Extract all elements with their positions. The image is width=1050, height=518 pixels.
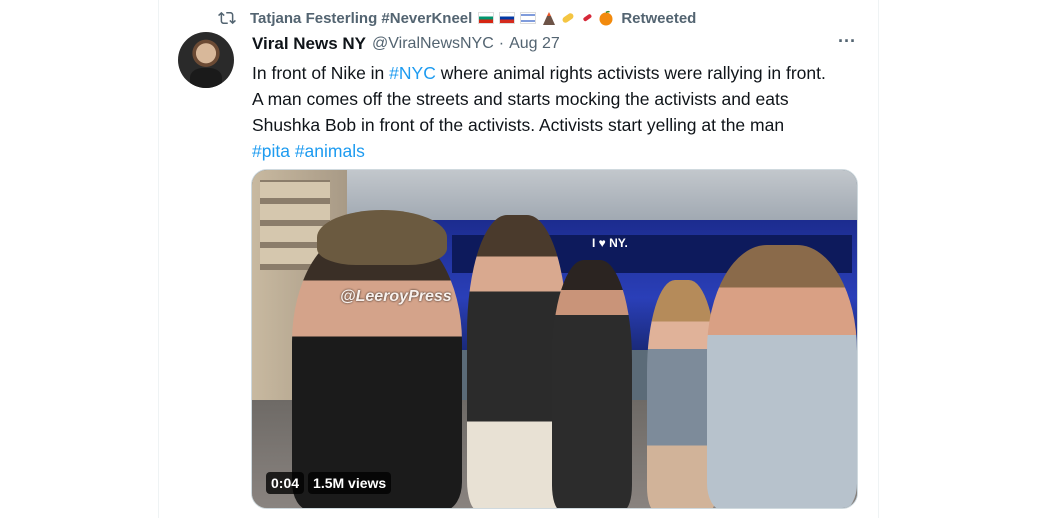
video-watermark: @LeeroyPress: [340, 288, 452, 305]
more-options-icon[interactable]: ···: [832, 32, 862, 54]
video-person: [292, 230, 462, 508]
retweeted-label: Retweeted: [621, 9, 697, 27]
author-name[interactable]: Viral News NY: [252, 34, 366, 54]
tweet-text-line-3: Shushka Bob in front of the activists. A…: [252, 115, 785, 135]
tweet-text: In front of Nike in #NYC where animal ri…: [252, 60, 862, 164]
timeline-right-border: [878, 0, 879, 518]
tweet-text-line-1: In front of Nike in #NYC where animal ri…: [252, 60, 862, 86]
retweeter-emojis: [478, 10, 617, 26]
video-person-hat: [317, 210, 447, 265]
retweeter-name[interactable]: Tatjana Festerling #NeverKneel: [250, 10, 472, 27]
russia-flag-icon: [499, 12, 516, 24]
hashtag-animals[interactable]: #animals: [295, 141, 365, 161]
author-avatar[interactable]: [178, 32, 234, 88]
retweet-icon: [218, 11, 236, 25]
video-badges: 0:04 1.5M views: [266, 472, 395, 494]
header-separator: ·: [498, 35, 505, 52]
video-person: [707, 245, 857, 508]
video-person: [552, 260, 632, 508]
tweet-date[interactable]: Aug 27: [509, 35, 560, 53]
orange-icon: [599, 10, 613, 26]
tweet-text-segment: where animal rights activists were rally…: [435, 63, 826, 83]
video-views-badge: 1.5M views: [308, 472, 392, 494]
bulgaria-flag-icon: [478, 12, 495, 24]
tweet-text-segment: In front of Nike in: [252, 63, 390, 83]
video-duration-badge: 0:04: [266, 472, 305, 494]
tweet-header: Viral News NY @ViralNewsNYC · Aug 27: [252, 34, 560, 54]
syringe-icon: [583, 14, 592, 22]
author-handle[interactable]: @ViralNewsNYC: [372, 35, 494, 53]
tweet-text-line-4: #pita #animals: [252, 138, 862, 164]
hashtag-pita[interactable]: #pita: [252, 141, 290, 161]
retweet-context: Tatjana Festerling #NeverKneel Retweeted: [218, 8, 696, 28]
pill-icon: [562, 13, 574, 23]
israel-flag-icon: [520, 12, 537, 24]
video-player[interactable]: I ♥ NY. @LeeroyPress 0:04 1.5M views: [251, 169, 858, 509]
tweet-text-line-2: A man comes off the streets and starts m…: [252, 89, 789, 109]
timeline-left-border: [158, 0, 159, 518]
volcano-icon: [543, 12, 556, 25]
video-scene-bus-logo: I ♥ NY.: [592, 236, 628, 250]
hashtag-nyc[interactable]: #NYC: [389, 63, 436, 83]
